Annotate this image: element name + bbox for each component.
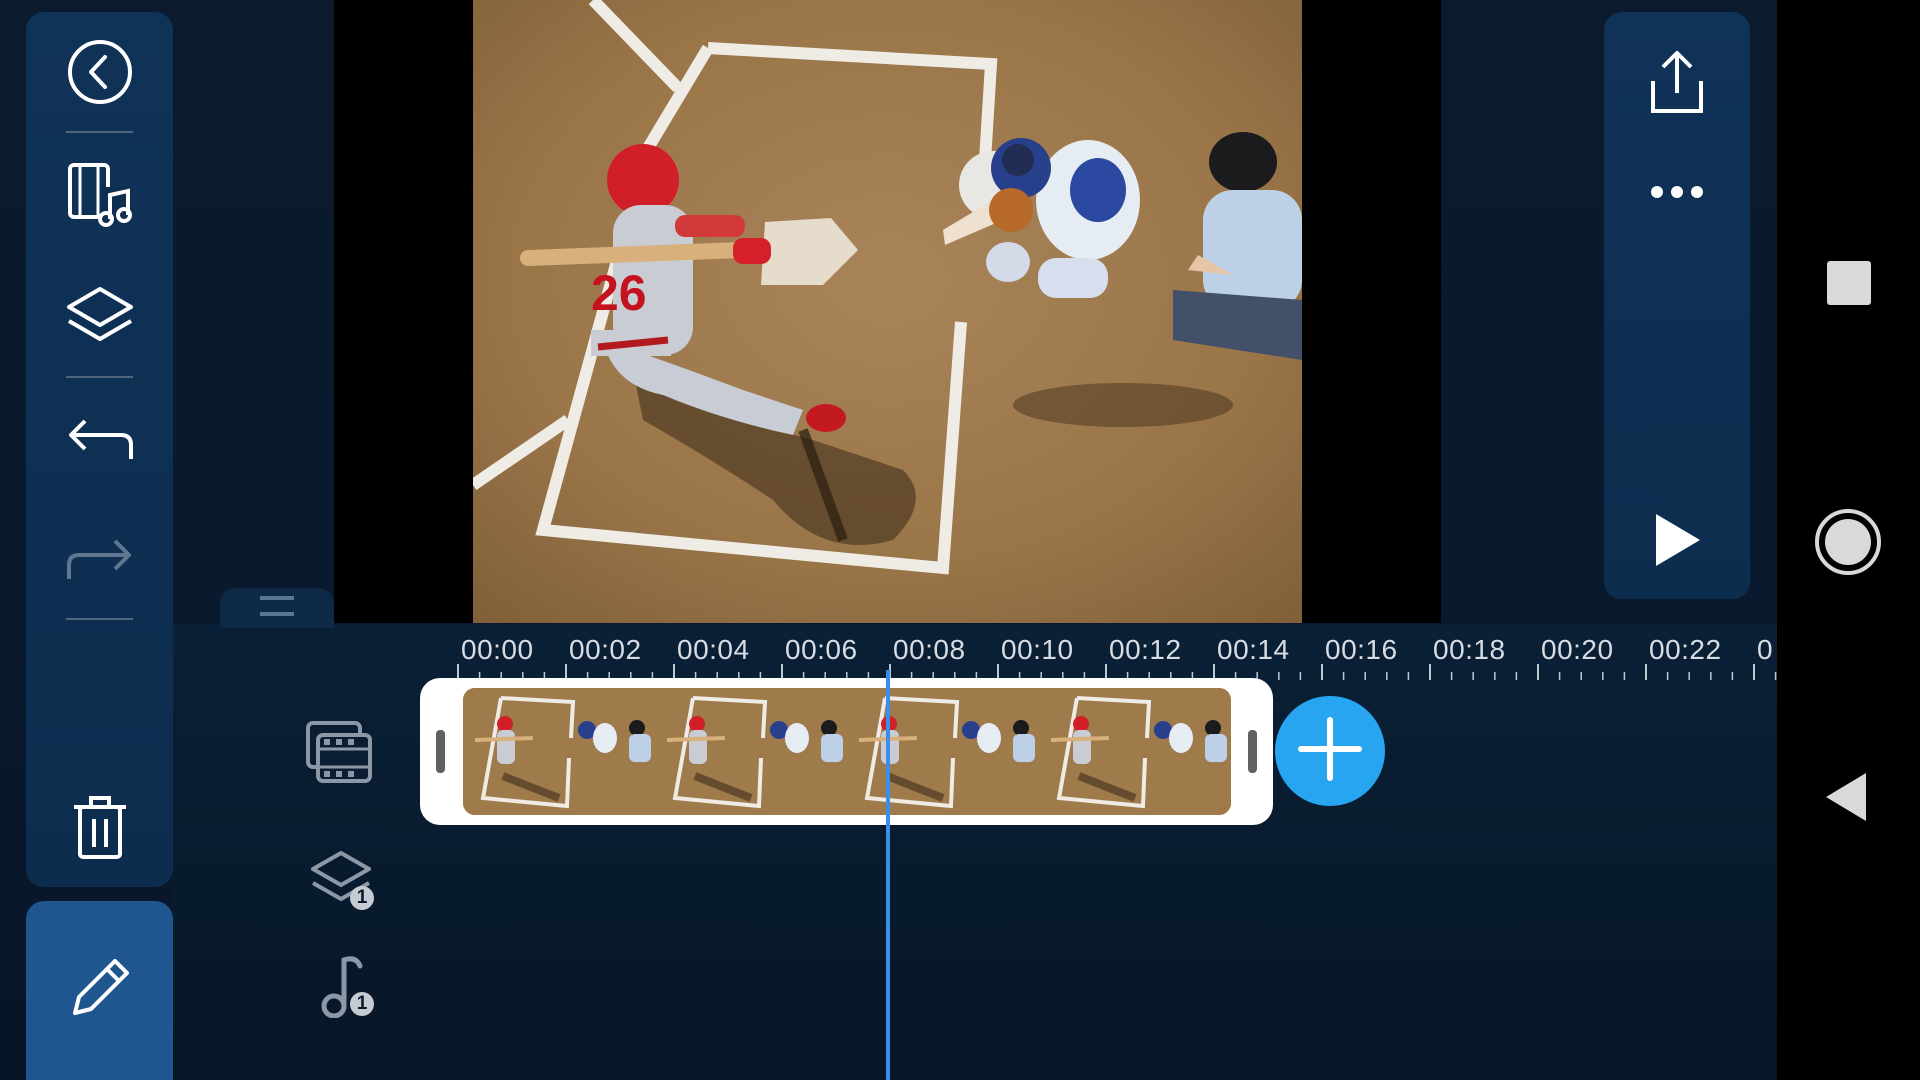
audio-count-badge: 1: [350, 992, 374, 1016]
share-upload-icon[interactable]: [1604, 32, 1750, 132]
clip-thumbnail: [1039, 688, 1231, 815]
menu-lines-icon: [258, 594, 296, 623]
toolbar-divider: [66, 376, 133, 378]
clip-thumbnail: [463, 688, 655, 815]
redo-icon[interactable]: [26, 510, 173, 610]
edit-button[interactable]: [26, 901, 173, 1080]
play-icon[interactable]: [1604, 490, 1750, 590]
clip-trim-handle-left[interactable]: [436, 730, 445, 773]
add-clip-button[interactable]: [1275, 696, 1385, 806]
playhead[interactable]: [886, 670, 890, 1080]
plus-icon: [1297, 716, 1363, 787]
clip-thumbnails: [463, 688, 1231, 815]
layer-stack-icon[interactable]: 1: [304, 844, 378, 914]
trash-icon[interactable]: [26, 778, 173, 878]
preview-frame-image: 26: [473, 0, 1302, 623]
more-dots-icon[interactable]: [1604, 142, 1750, 242]
toolbar-divider: [66, 131, 133, 133]
system-nav-bar: [1777, 0, 1920, 1080]
toolbar-divider: [66, 618, 133, 620]
right-toolbar: [1604, 12, 1750, 599]
music-note-icon[interactable]: 1: [304, 950, 378, 1020]
clip-trim-handle-right[interactable]: [1248, 730, 1257, 773]
media-library-icon[interactable]: [26, 145, 173, 245]
clip-thumbnail: [847, 688, 1039, 815]
pencil-icon: [65, 953, 135, 1028]
circle-home-icon[interactable]: [1813, 507, 1883, 577]
film-strip-icon[interactable]: [303, 718, 375, 786]
left-toolbar: [26, 12, 173, 887]
back-circle-icon[interactable]: [26, 22, 173, 122]
svg-text:26: 26: [591, 265, 647, 321]
clip-thumbnail: [655, 688, 847, 815]
panel-drag-handle[interactable]: [220, 588, 334, 628]
video-clip[interactable]: [420, 678, 1273, 825]
square-icon[interactable]: [1825, 259, 1873, 307]
layer-count-badge: 1: [350, 886, 374, 910]
undo-icon[interactable]: [26, 390, 173, 490]
layers-icon[interactable]: [26, 265, 173, 365]
triangle-back-icon[interactable]: [1821, 771, 1871, 823]
